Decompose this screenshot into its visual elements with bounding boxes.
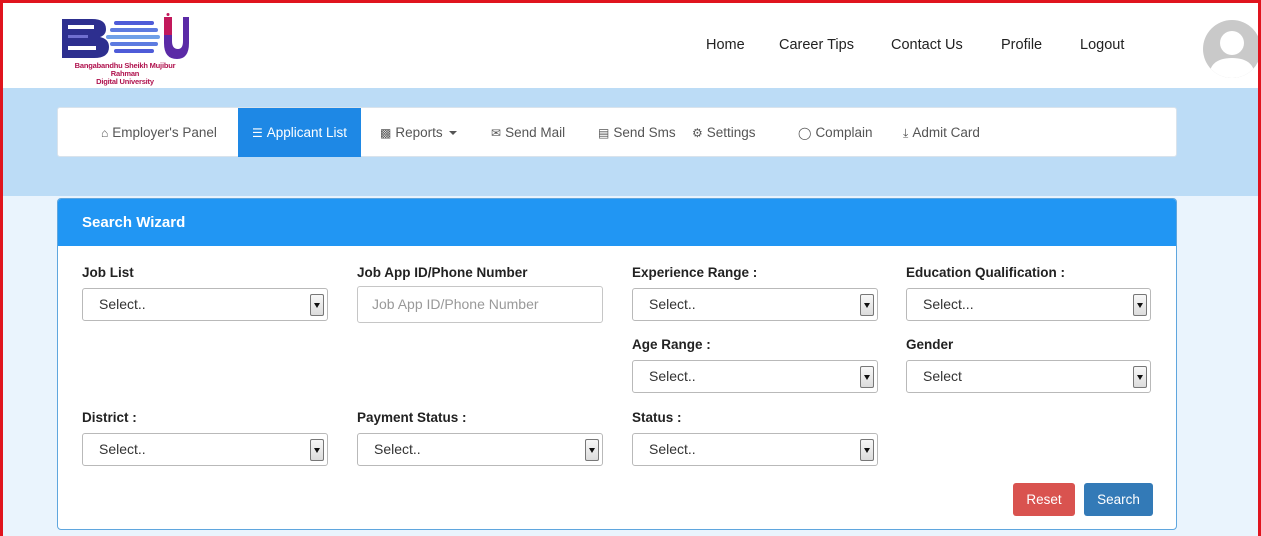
bdu-logo-icon — [62, 13, 189, 59]
education-label: Education Qualification : — [906, 265, 1066, 280]
top-header: Bangabandhu Sheikh Mujibur Rahman Digita… — [3, 3, 1258, 88]
search-wizard-title: Search Wizard — [58, 199, 1176, 246]
payment-status-select[interactable]: Select.. — [357, 433, 603, 466]
select-value: Select.. — [374, 441, 421, 457]
tab-send-mail[interactable]: ✉ Send Mail — [491, 108, 565, 157]
education-select[interactable]: Select... — [906, 288, 1151, 321]
nav-career-tips[interactable]: Career Tips — [779, 37, 854, 53]
inbox-icon: ▤ — [598, 126, 610, 140]
search-wizard-card: Search Wizard Job List Select.. Job App … — [57, 198, 1177, 530]
dropdown-arrow-icon — [1133, 366, 1147, 388]
dropdown-arrow-icon — [860, 294, 874, 316]
tab-reports[interactable]: ▩ Reports — [380, 108, 457, 157]
district-label: District : — [82, 410, 137, 425]
job-app-id-label: Job App ID/Phone Number — [357, 265, 528, 280]
list-icon: ☰ — [252, 126, 263, 140]
tab-label: Settings — [706, 125, 756, 140]
tab-complain[interactable]: ◯ Complain — [798, 108, 872, 157]
user-silhouette-icon — [1209, 31, 1255, 78]
experience-range-select[interactable]: Select.. — [632, 288, 878, 321]
nav-profile[interactable]: Profile — [1001, 37, 1042, 53]
tab-label: Admit Card — [912, 125, 980, 140]
university-logo[interactable]: Bangabandhu Sheikh Mujibur Rahman Digita… — [60, 13, 190, 86]
job-list-label: Job List — [82, 265, 134, 280]
tab-label: Send Sms — [613, 125, 676, 140]
nav-home[interactable]: Home — [706, 37, 745, 53]
envelope-icon: ✉ — [491, 126, 502, 140]
home-icon: ⌂ — [101, 126, 109, 140]
select-value: Select.. — [649, 296, 696, 312]
tab-label: Applicant List — [266, 125, 348, 140]
select-value: Select — [923, 368, 962, 384]
tab-admit-card[interactable]: ⤓ Admit Card — [903, 108, 980, 157]
select-value: Select.. — [649, 368, 696, 384]
nav-contact-us[interactable]: Contact Us — [891, 37, 963, 53]
bar-chart-icon: ▩ — [380, 126, 392, 140]
tab-applicant-list[interactable]: ☰ Applicant List — [238, 108, 362, 157]
dropdown-arrow-icon — [585, 439, 599, 461]
select-value: Select.. — [649, 441, 696, 457]
page-frame: Bangabandhu Sheikh Mujibur Rahman Digita… — [0, 0, 1261, 536]
age-range-label: Age Range : — [632, 337, 711, 352]
select-value: Select... — [923, 296, 974, 312]
age-range-select[interactable]: Select.. — [632, 360, 878, 393]
select-value: Select.. — [99, 296, 146, 312]
dropdown-arrow-icon — [860, 366, 874, 388]
logo-text: Bangabandhu Sheikh Mujibur Rahman Digita… — [60, 62, 190, 86]
search-button[interactable]: Search — [1084, 483, 1153, 516]
payment-status-label: Payment Status : — [357, 410, 467, 425]
tab-label: Complain — [815, 125, 873, 140]
tab-settings[interactable]: ⚙ Settings — [692, 108, 756, 157]
dropdown-arrow-icon — [310, 294, 324, 316]
status-label: Status : — [632, 410, 682, 425]
tab-label: Send Mail — [505, 125, 566, 140]
status-select[interactable]: Select.. — [632, 433, 878, 466]
employer-nav: ⌂ Employer's Panel ☰ Applicant List ▩ Repor… — [57, 107, 1177, 157]
tab-label: Reports — [395, 125, 443, 140]
experience-range-label: Experience Range : — [632, 265, 758, 280]
tab-label: Employer's Panel — [112, 125, 217, 140]
nav-logout[interactable]: Logout — [1080, 37, 1124, 53]
comment-icon: ◯ — [798, 126, 812, 140]
logo-line-1: Bangabandhu Sheikh Mujibur Rahman — [74, 61, 176, 78]
input-placeholder: Job App ID/Phone Number — [372, 296, 539, 312]
job-app-id-input[interactable]: Job App ID/Phone Number — [357, 286, 603, 323]
download-icon: ⤓ — [903, 126, 909, 140]
gender-label: Gender — [906, 337, 954, 352]
gender-select[interactable]: Select — [906, 360, 1151, 393]
user-avatar[interactable] — [1203, 20, 1258, 78]
chevron-down-icon — [448, 131, 457, 136]
dropdown-arrow-icon — [1133, 294, 1147, 316]
reset-button[interactable]: Reset — [1013, 483, 1075, 516]
logo-line-2: Digital University — [96, 77, 154, 86]
dropdown-arrow-icon — [310, 439, 324, 461]
tab-send-sms[interactable]: ▤ Send Sms — [598, 108, 676, 157]
district-select[interactable]: Select.. — [82, 433, 328, 466]
tab-employers-panel[interactable]: ⌂ Employer's Panel — [101, 108, 217, 157]
dropdown-arrow-icon — [860, 439, 874, 461]
job-list-select[interactable]: Select.. — [82, 288, 328, 321]
gear-icon: ⚙ — [692, 126, 703, 140]
select-value: Select.. — [99, 441, 146, 457]
